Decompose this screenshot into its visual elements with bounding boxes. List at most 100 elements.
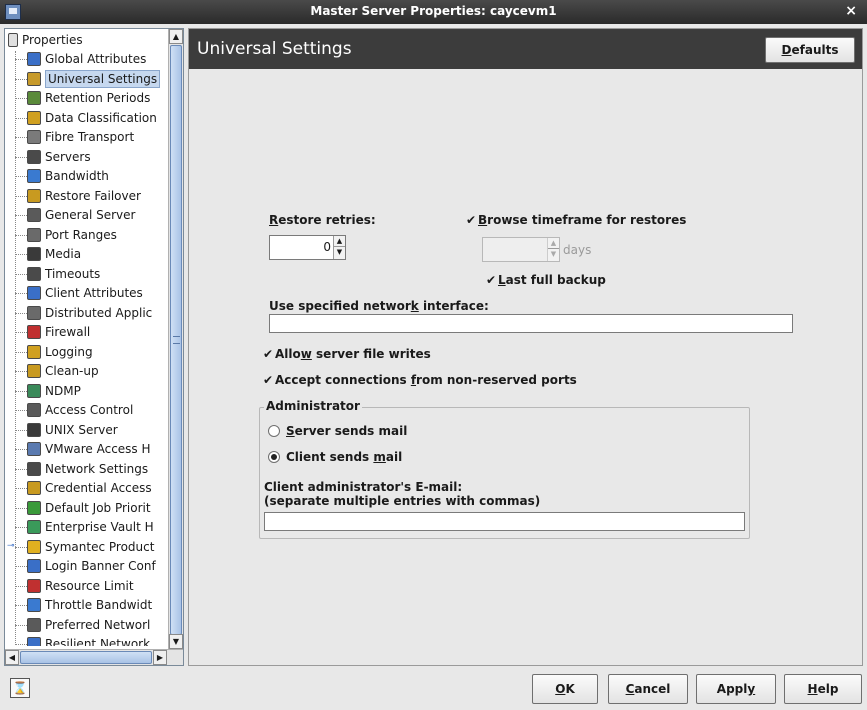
tree-item-distributed-applic[interactable]: Distributed Applic (5, 304, 169, 323)
tree-item-data-classification[interactable]: Data Classification (5, 109, 169, 128)
browse-timeframe-checkbox[interactable]: ✔ Browse timeframe for restores (466, 213, 686, 227)
restore-retries-spinner[interactable]: 0 ▲ ▼ (269, 235, 346, 260)
tree-horizontal-scrollbar[interactable]: ◀ ▶ (5, 649, 183, 665)
tree-item-default-job-priorit[interactable]: Default Job Priorit (5, 499, 169, 518)
defaults-label-post: efaults (791, 43, 839, 57)
ok-button[interactable]: OK (532, 674, 598, 704)
tree-item-logging[interactable]: Logging (5, 343, 169, 362)
tree-connector (15, 59, 27, 60)
tree-item-credential-access[interactable]: Credential Access (5, 479, 169, 498)
login-banner-conf-icon (27, 559, 41, 573)
scroll-left-icon[interactable]: ◀ (5, 650, 19, 665)
clean-up-icon (27, 364, 41, 378)
tree-item-servers[interactable]: Servers (5, 148, 169, 167)
tree-item-login-banner-conf[interactable]: Login Banner Conf (5, 557, 169, 576)
browse-timeframe-post: rowse timeframe for restores (487, 213, 687, 227)
tree-connector (15, 273, 27, 275)
restore-retries-value[interactable]: 0 (323, 240, 331, 254)
tree-item-restore-failover[interactable]: Restore Failover (5, 187, 169, 206)
checkmark-icon: ✔ (263, 347, 274, 361)
tree-item-enterprise-vault-h[interactable]: Enterprise Vault H (5, 518, 169, 537)
scroll-down-icon[interactable]: ▼ (169, 634, 183, 649)
client-mail-mnemonic: m (373, 450, 386, 464)
tree-item-resource-limit[interactable]: Resource Limit (5, 577, 169, 596)
scroll-thumb[interactable] (170, 45, 182, 635)
tree-item-universal-settings[interactable]: Universal Settings (5, 69, 169, 89)
tree-item-unix-server[interactable]: UNIX Server (5, 421, 169, 440)
tree-connector (15, 176, 27, 177)
tree-item-network-settings[interactable]: Network Settings (5, 460, 169, 479)
scroll-right-icon[interactable]: ▶ (153, 650, 167, 665)
tree-root-properties[interactable]: Properties (5, 31, 169, 50)
master-server-properties-dialog: Master Server Properties: caycevm1 × Pro… (0, 0, 867, 710)
tree-item-global-attributes[interactable]: Global Attributes (5, 50, 169, 69)
tree-vertical-scrollbar[interactable]: ▲ ▼ (168, 29, 183, 649)
spin-down-icon[interactable]: ▼ (334, 247, 345, 258)
tree-connector (15, 98, 27, 99)
tree-item-ndmp[interactable]: NDMP (5, 382, 169, 401)
expand-icon[interactable]: ⊸ (7, 541, 15, 551)
tree-item-label: Login Banner Conf (45, 559, 156, 573)
tree-item-label: UNIX Server (45, 422, 118, 437)
tree-item-label: Retention Periods (45, 91, 151, 105)
tree-connector (15, 254, 27, 255)
tree-item-access-control[interactable]: Access Control (5, 401, 169, 420)
tree-connector (15, 117, 27, 119)
browse-timeframe-mnemonic: B (478, 213, 488, 227)
tree-item-label: VMware Access H (45, 442, 151, 456)
cancel-button[interactable]: Cancel (608, 674, 688, 704)
tree-connector (15, 390, 27, 392)
tree-connector (15, 566, 27, 567)
close-icon[interactable]: × (845, 3, 857, 19)
ok-mnemonic: O (555, 682, 566, 696)
last-full-backup-checkbox[interactable]: ✔ Last full backup (486, 273, 606, 287)
horizontal-scroll-thumb[interactable] (20, 651, 152, 664)
tree-item-fibre-transport[interactable]: Fibre Transport (5, 128, 169, 147)
accept-connections-checkbox[interactable]: ✔ Accept connections from non-reserved po… (263, 373, 577, 387)
network-interface-input[interactable] (269, 314, 793, 333)
tree-item-port-ranges[interactable]: Port Ranges (5, 226, 169, 245)
days-spin-up-icon[interactable]: ▲ (548, 238, 559, 249)
bandwidth-icon (27, 169, 41, 183)
tree-item-media[interactable]: Media (5, 245, 169, 264)
tree-item-preferred-networl[interactable]: Preferred Networl (5, 616, 169, 635)
days-spinner-buttons: ▲ ▼ (547, 238, 559, 261)
tree-item-bandwidth[interactable]: Bandwidth (5, 167, 169, 186)
help-button[interactable]: Help (784, 674, 862, 704)
allow-writes-mnemonic: w (300, 347, 312, 361)
tree-item-symantec-product[interactable]: ⊸ Symantec Product (5, 538, 169, 557)
universal-settings-icon (27, 71, 41, 86)
tree-item-clean-up[interactable]: Clean-up (5, 362, 169, 381)
allow-writes-post: server file writes (311, 347, 431, 361)
tree-item-general-server[interactable]: General Server (5, 206, 169, 225)
tree-item-vmware-access-h[interactable]: VMware Access H (5, 440, 169, 459)
tree-item-throttle-bandwidt[interactable]: Throttle Bandwidt (5, 596, 169, 615)
apply-button[interactable]: Apply (696, 674, 776, 704)
server-mail-mnemonic: S (286, 424, 295, 438)
defaults-label-mnemonic: D (781, 43, 792, 57)
defaults-button[interactable]: Defaults (765, 37, 855, 63)
tree-item-label: Restore Failover (45, 188, 141, 203)
tree-connector (15, 410, 27, 411)
hourglass-icon[interactable]: ⌛ (10, 678, 30, 698)
logging-icon (27, 344, 41, 359)
days-spinner[interactable]: ▲ ▼ (482, 237, 560, 262)
client-mail-post: ail (385, 450, 403, 464)
global-attributes-icon (27, 52, 41, 66)
tree-connector (15, 78, 27, 80)
client-mail-pre: Client sends (286, 450, 374, 464)
radio-circle-icon (268, 451, 280, 463)
tree-item-firewall[interactable]: Firewall (5, 323, 169, 342)
scroll-up-icon[interactable]: ▲ (169, 29, 183, 44)
admin-email-input[interactable] (264, 512, 745, 531)
tree-item-client-attributes[interactable]: Client Attributes (5, 284, 169, 303)
tree-item-retention-periods[interactable]: Retention Periods (5, 89, 169, 108)
tree-item-label: NDMP (45, 383, 81, 398)
days-spin-down-icon[interactable]: ▼ (548, 249, 559, 260)
spin-up-icon[interactable]: ▲ (334, 236, 345, 247)
timeouts-icon (27, 266, 41, 281)
tree-item-resilient-network[interactable]: Resilient Network (5, 635, 169, 646)
unix-server-icon (27, 422, 41, 437)
allow-server-file-writes-checkbox[interactable]: ✔ Allow server file writes (263, 347, 431, 361)
tree-item-timeouts[interactable]: Timeouts (5, 265, 169, 284)
